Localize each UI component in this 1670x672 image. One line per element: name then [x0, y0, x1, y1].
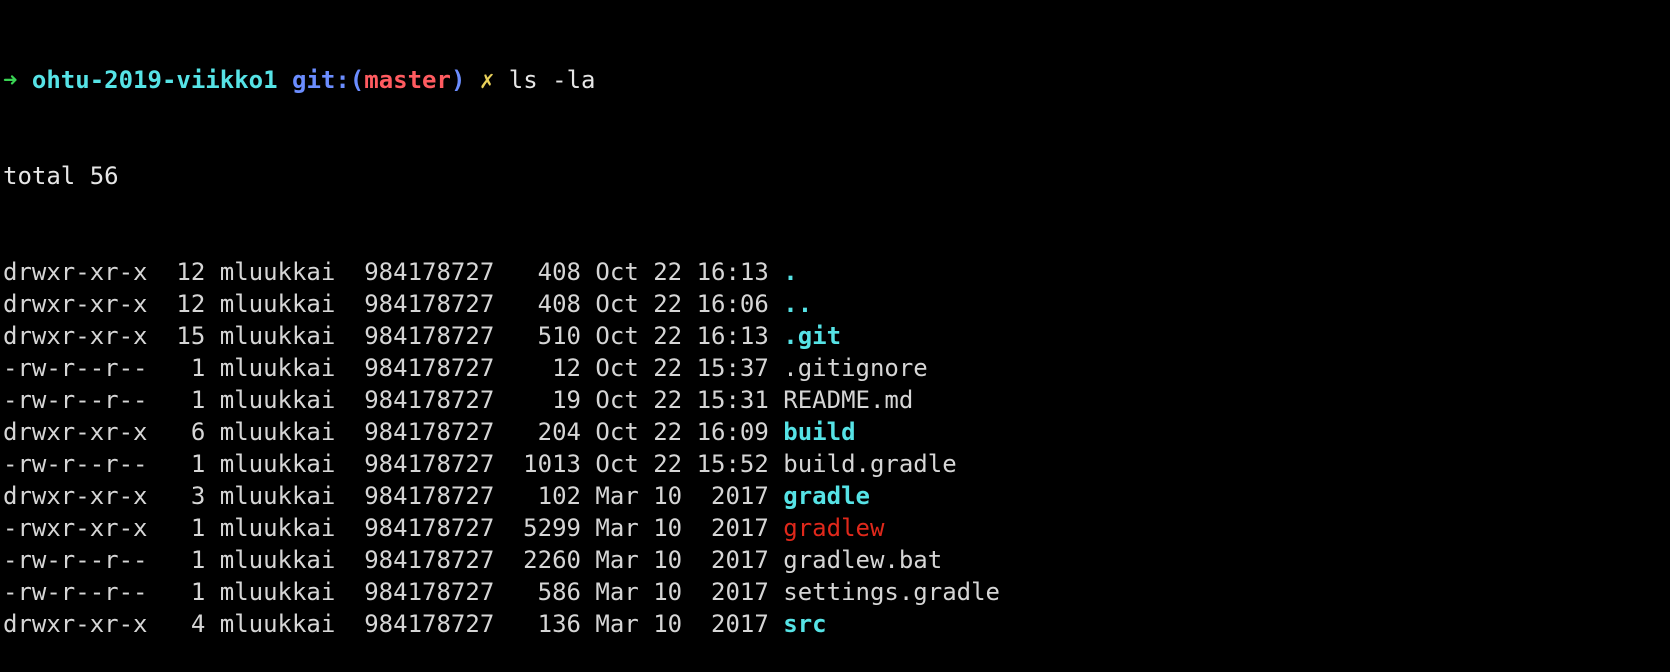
listing-row-details: -rw-r--r-- 1 mluukkai 984178727 12 Oct 2… [3, 354, 784, 382]
listing-row-details: -rw-r--r-- 1 mluukkai 984178727 2260 Mar… [3, 546, 784, 574]
listing-row: drwxr-xr-x 15 mluukkai 984178727 510 Oct… [3, 320, 1670, 352]
listing-row-name: .. [783, 290, 813, 318]
terminal-window[interactable]: ➜ ohtu-2019-viikko1 git:(master) ✗ ls -l… [0, 0, 1670, 638]
listing-row-details: drwxr-xr-x 12 mluukkai 984178727 408 Oct… [3, 290, 784, 318]
listing-row: -rw-r--r-- 1 mluukkai 984178727 586 Mar … [3, 576, 1670, 608]
prompt-git-label: git:( [292, 66, 365, 94]
listing-row-name: gradle [783, 482, 870, 510]
listing-row-name: . [783, 258, 798, 286]
listing-row-name: build.gradle [783, 450, 957, 478]
listing-row-name: .gitignore [783, 354, 928, 382]
prompt-branch: master [364, 66, 451, 94]
listing-row-name: .git [783, 322, 842, 350]
listing-row-details: -rw-r--r-- 1 mluukkai 984178727 586 Mar … [3, 578, 784, 606]
listing-row-name: src [783, 610, 827, 638]
listing-row: drwxr-xr-x 3 mluukkai 984178727 102 Mar … [3, 480, 1670, 512]
listing-row-details: -rw-r--r-- 1 mluukkai 984178727 1013 Oct… [3, 450, 784, 478]
listing-row-name: gradlew.bat [783, 546, 943, 574]
listing-row: -rw-r--r-- 1 mluukkai 984178727 1013 Oct… [3, 448, 1670, 480]
listing-row-details: -rwxr-xr-x 1 mluukkai 984178727 5299 Mar… [3, 514, 784, 542]
prompt-dirty-icon: ✗ [479, 66, 495, 94]
listing-row: -rwxr-xr-x 1 mluukkai 984178727 5299 Mar… [3, 512, 1670, 544]
prompt-directory: ohtu-2019-viikko1 [31, 66, 278, 94]
prompt-arrow-icon: ➜ [3, 66, 18, 94]
listing-row: -rw-r--r-- 1 mluukkai 984178727 2260 Mar… [3, 544, 1670, 576]
total-line: total 56 [3, 162, 119, 190]
listing-row-details: -rw-r--r-- 1 mluukkai 984178727 19 Oct 2… [3, 386, 784, 414]
listing-row: drwxr-xr-x 12 mluukkai 984178727 408 Oct… [3, 288, 1670, 320]
listing-row-details: drwxr-xr-x 3 mluukkai 984178727 102 Mar … [3, 482, 784, 510]
listing-row-name: gradlew [783, 514, 885, 542]
listing-row: drwxr-xr-x 6 mluukkai 984178727 204 Oct … [3, 416, 1670, 448]
listing-row-name: README.md [783, 386, 914, 414]
listing-row: -rw-r--r-- 1 mluukkai 984178727 12 Oct 2… [3, 352, 1670, 384]
listing-row-details: drwxr-xr-x 6 mluukkai 984178727 204 Oct … [3, 418, 784, 446]
prompt-git-close: ) [450, 66, 466, 94]
listing-row-details: drwxr-xr-x 15 mluukkai 984178727 510 Oct… [3, 322, 784, 350]
prompt-command: ls -la [508, 66, 596, 94]
listing-row-name: build [783, 418, 856, 446]
listing-row-details: drwxr-xr-x 12 mluukkai 984178727 408 Oct… [3, 258, 784, 286]
prompt-line: ➜ ohtu-2019-viikko1 git:(master) ✗ ls -l… [3, 64, 1670, 96]
listing-row: drwxr-xr-x 4 mluukkai 984178727 136 Mar … [3, 608, 1670, 640]
listing-row: -rw-r--r-- 1 mluukkai 984178727 19 Oct 2… [3, 384, 1670, 416]
listing-row: drwxr-xr-x 12 mluukkai 984178727 408 Oct… [3, 256, 1670, 288]
listing-row-name: settings.gradle [783, 578, 1001, 606]
listing-row-details: drwxr-xr-x 4 mluukkai 984178727 136 Mar … [3, 610, 784, 638]
file-listing: drwxr-xr-x 12 mluukkai 984178727 408 Oct… [3, 256, 1670, 640]
